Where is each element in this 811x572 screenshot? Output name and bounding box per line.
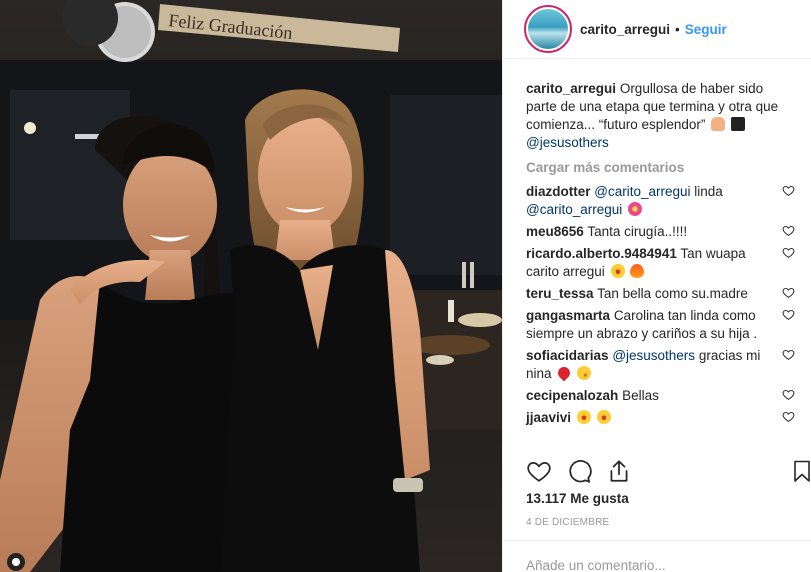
comment-user[interactable]: jjaavivi <box>526 410 571 425</box>
photo-illustration: Feliz Graduación <box>0 0 502 572</box>
comment-mention[interactable]: @carito_arregui <box>594 184 690 199</box>
comment-user[interactable]: ricardo.alberto.9484941 <box>526 246 677 261</box>
comment-text: Tanta cirugía..!!!! <box>587 224 688 239</box>
comment-mention[interactable]: @jesusothers <box>612 348 695 363</box>
star-struck-icon <box>610 264 625 278</box>
comment-user[interactable]: meu8656 <box>526 224 584 239</box>
like-heart-icon[interactable] <box>526 458 552 484</box>
post-photo[interactable]: Feliz Graduación <box>0 0 502 572</box>
comment-bubble-icon[interactable] <box>566 458 592 484</box>
like-comment-heart-icon[interactable] <box>782 286 795 299</box>
comment-text: Bellas <box>622 388 659 403</box>
divider <box>503 540 811 541</box>
comment-user[interactable]: teru_tessa <box>526 286 594 301</box>
star-struck-icon <box>596 410 611 424</box>
hibiscus-icon <box>628 202 643 216</box>
header-separator: • <box>675 21 680 37</box>
comment: diazdotter @carito_arregui linda @carito… <box>526 183 795 219</box>
post-header: carito_arregui • Seguir <box>503 0 811 59</box>
post-side-panel: carito_arregui • Seguir carito_arregui O… <box>502 0 811 572</box>
comments-area: carito_arregui Orgullosa de haber sido p… <box>503 59 811 427</box>
likes-count[interactable]: 13.117 Me gusta <box>526 491 629 506</box>
caption-username[interactable]: carito_arregui <box>526 81 616 96</box>
like-comment-heart-icon[interactable] <box>782 224 795 237</box>
post-actions <box>526 458 811 486</box>
post-date[interactable]: 4 DE DICIEMBRE <box>526 517 609 528</box>
winking-face-icon <box>577 366 592 380</box>
avatar[interactable] <box>524 5 572 53</box>
comment-text: Tan bella como su.madre <box>597 286 748 301</box>
save-bookmark-icon[interactable] <box>790 458 811 484</box>
red-heart-icon <box>555 364 573 382</box>
like-comment-heart-icon[interactable] <box>782 246 795 259</box>
comment: jjaavivi <box>526 409 795 427</box>
add-comment-input[interactable]: Añade un comentario... <box>526 558 666 572</box>
comment: teru_tessa Tan bella como su.madre <box>526 285 795 303</box>
comment-mention[interactable]: @carito_arregui <box>526 202 622 217</box>
comment: sofiacidarias @jesusothers gracias mi ni… <box>526 347 795 383</box>
like-comment-heart-icon[interactable] <box>782 410 795 423</box>
share-icon[interactable] <box>606 458 632 484</box>
caption-mention[interactable]: @jesusothers <box>526 135 609 150</box>
instagram-post: Feliz Graduación carito_arregui • Seguir… <box>0 0 811 572</box>
like-comment-heart-icon[interactable] <box>782 348 795 361</box>
comment-user[interactable]: gangasmarta <box>526 308 610 323</box>
comment: meu8656 Tanta cirugía..!!!! <box>526 223 795 241</box>
comment: gangasmarta Carolina tan linda como siem… <box>526 307 795 343</box>
comment-user[interactable]: sofiacidarias <box>526 348 609 363</box>
fire-icon <box>630 264 645 278</box>
header-username[interactable]: carito_arregui <box>580 22 670 37</box>
pray-hands-icon <box>711 117 726 131</box>
comment: cecipenalozah Bellas <box>526 387 795 405</box>
load-more-comments-button[interactable]: Cargar más comentarios <box>526 160 795 175</box>
comment: ricardo.alberto.9484941 Tan wuapa carito… <box>526 245 795 281</box>
graduation-cap-icon <box>730 117 745 131</box>
follow-button[interactable]: Seguir <box>685 22 727 37</box>
like-comment-heart-icon[interactable] <box>782 308 795 321</box>
comment-user[interactable]: diazdotter <box>526 184 591 199</box>
comment-text: linda <box>694 184 723 199</box>
post-caption: carito_arregui Orgullosa de haber sido p… <box>526 80 795 152</box>
star-struck-icon <box>576 410 591 424</box>
comment-user[interactable]: cecipenalozah <box>526 388 618 403</box>
like-comment-heart-icon[interactable] <box>782 388 795 401</box>
like-comment-heart-icon[interactable] <box>782 184 795 197</box>
